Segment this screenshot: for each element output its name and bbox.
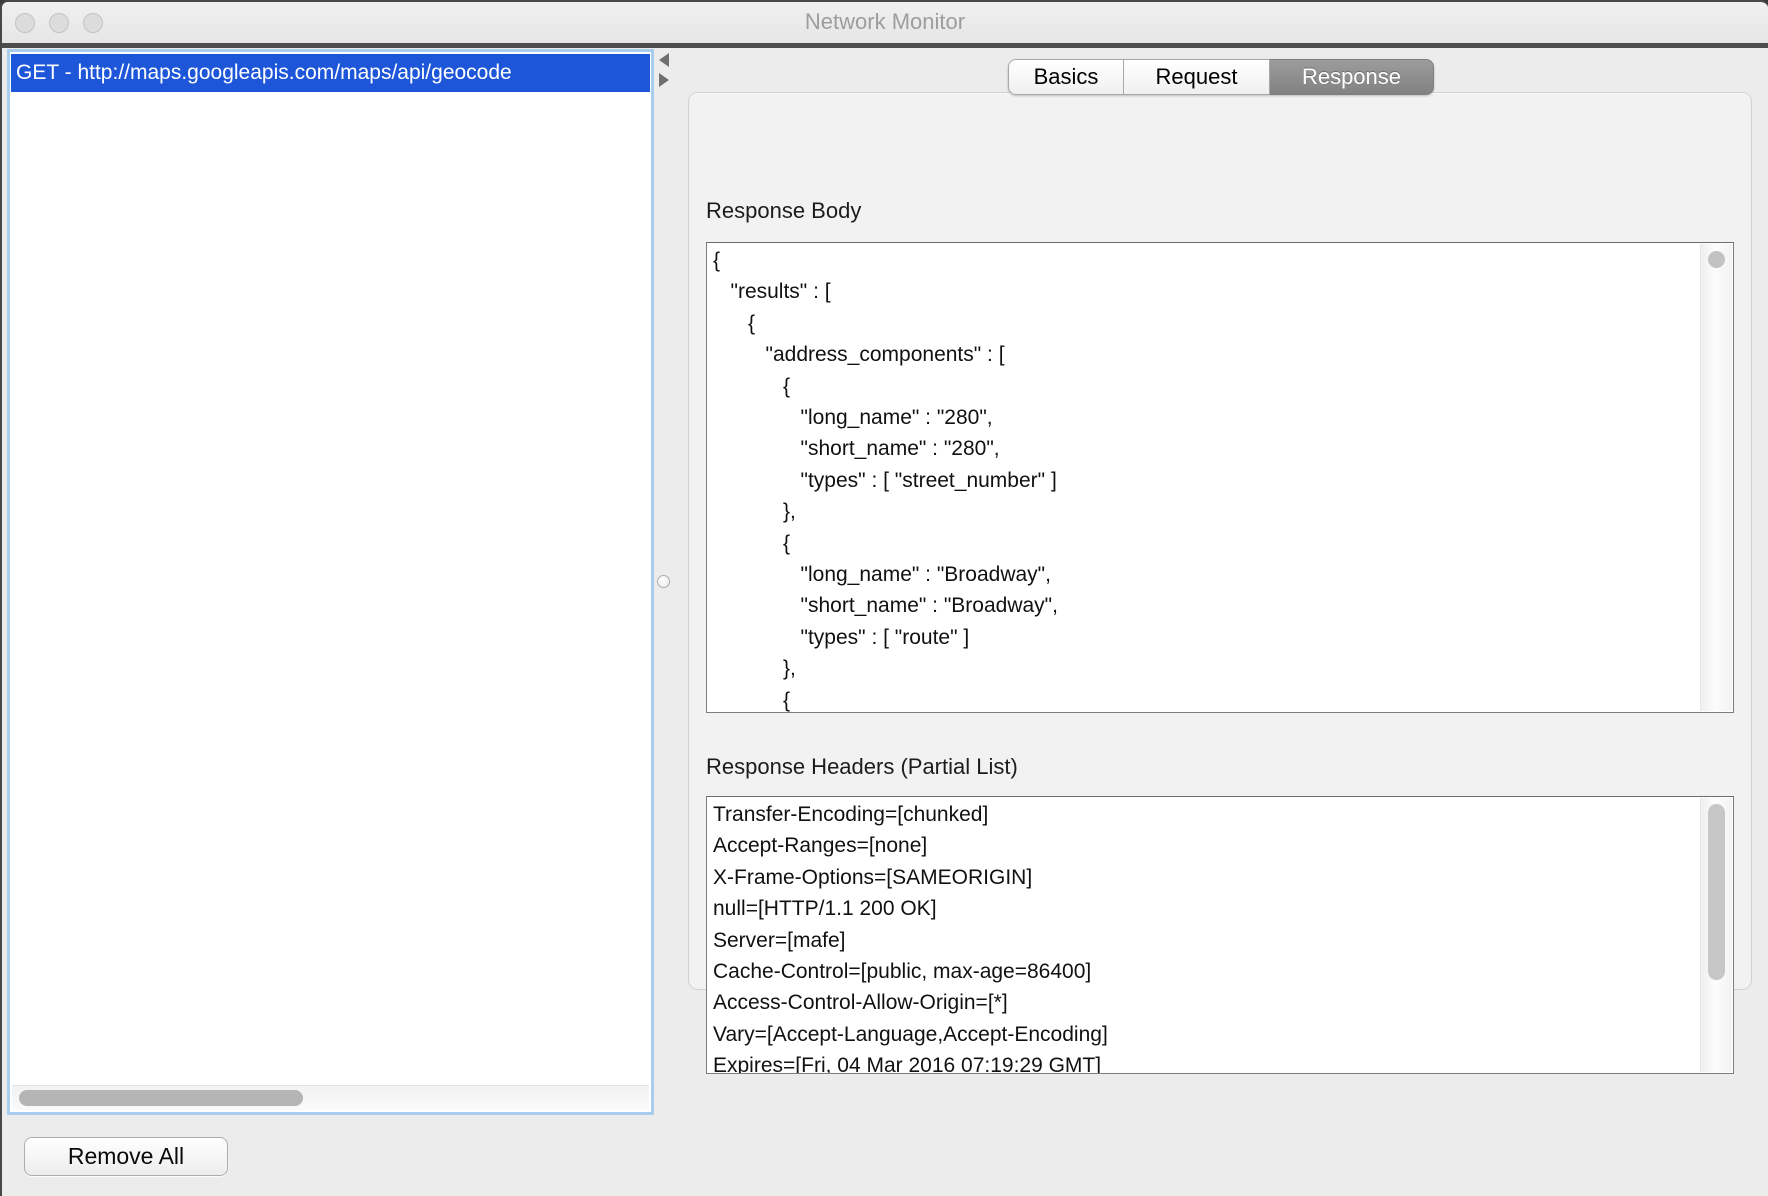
body-scrollbar-thumb[interactable]: [1708, 251, 1725, 268]
headers-vertical-scrollbar[interactable]: [1700, 798, 1732, 1072]
request-list-panel[interactable]: GET - http://maps.googleapis.com/maps/ap…: [7, 49, 654, 1115]
response-headers-textarea[interactable]: Transfer-Encoding=[chunked] Accept-Range…: [706, 796, 1734, 1074]
tab-request[interactable]: Request: [1124, 59, 1270, 95]
response-body-text[interactable]: { "results" : [ { "address_components" :…: [707, 243, 1733, 713]
tab-basics[interactable]: Basics: [1008, 59, 1124, 95]
tab-response[interactable]: Response: [1270, 59, 1434, 95]
headers-scrollbar-thumb[interactable]: [1708, 804, 1725, 980]
request-list[interactable]: GET - http://maps.googleapis.com/maps/ap…: [11, 53, 650, 1111]
tab-bar: Basics Request Response: [1008, 59, 1434, 95]
network-monitor-window: Network Monitor GET - http://maps.google…: [0, 0, 1768, 1196]
horizontal-scrollbar-thumb[interactable]: [19, 1090, 303, 1106]
remove-all-button[interactable]: Remove All: [24, 1137, 228, 1176]
expand-right-arrow-icon[interactable]: [659, 73, 669, 87]
window-title: Network Monitor: [2, 9, 1768, 35]
list-item-request[interactable]: GET - http://maps.googleapis.com/maps/ap…: [11, 54, 650, 92]
response-headers-text[interactable]: Transfer-Encoding=[chunked] Accept-Range…: [707, 797, 1733, 1074]
titlebar[interactable]: Network Monitor: [2, 2, 1768, 43]
body-vertical-scrollbar[interactable]: [1700, 244, 1732, 711]
horizontal-scrollbar[interactable]: [12, 1085, 649, 1110]
response-body-label: Response Body: [706, 198, 861, 224]
response-body-textarea[interactable]: { "results" : [ { "address_components" :…: [706, 242, 1734, 713]
splitpane-divider[interactable]: [657, 49, 671, 1115]
response-headers-label: Response Headers (Partial List): [706, 754, 1018, 780]
divider-grip-icon[interactable]: [657, 575, 670, 588]
collapse-left-arrow-icon[interactable]: [659, 53, 669, 67]
titlebar-divider: [2, 43, 1768, 48]
